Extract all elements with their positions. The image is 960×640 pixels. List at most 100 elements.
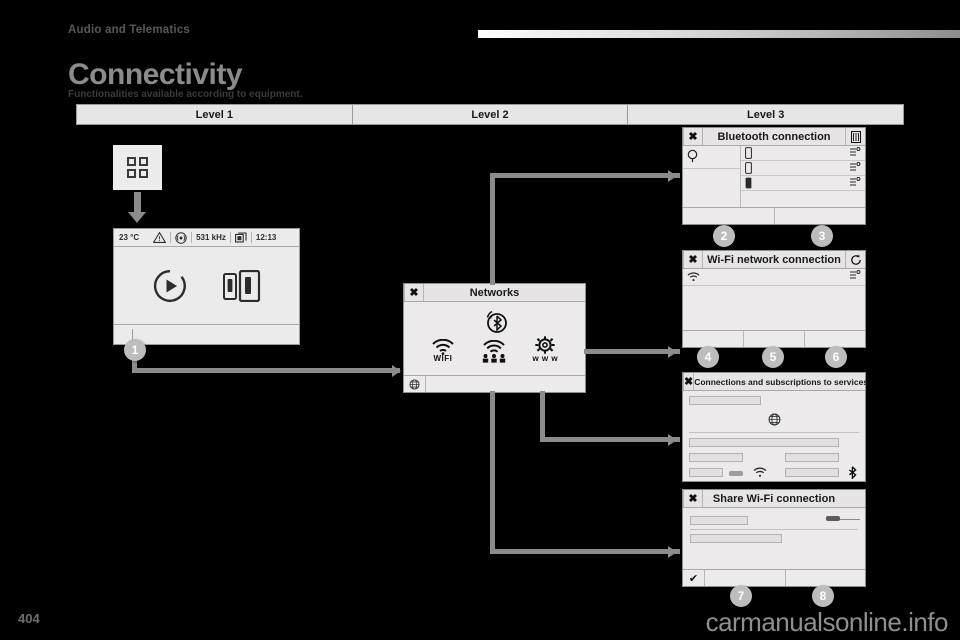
toggle-switch-icon[interactable] bbox=[729, 471, 743, 476]
share-screen: ✖ Share Wi-Fi connection ✔ bbox=[682, 489, 866, 587]
networks-footer-globe[interactable] bbox=[404, 376, 426, 392]
connector-services-vertical bbox=[540, 391, 545, 439]
connector-wifi-horizontal bbox=[584, 349, 680, 354]
trash-icon[interactable] bbox=[845, 128, 865, 145]
arrow-to-wifi bbox=[668, 345, 677, 358]
services-field-4[interactable] bbox=[785, 453, 839, 462]
globe-icon bbox=[409, 378, 420, 390]
phone-icon bbox=[745, 162, 752, 174]
arrow-to-share bbox=[668, 545, 677, 558]
table-row[interactable] bbox=[741, 161, 865, 176]
bluetooth-footer-cell-2[interactable] bbox=[775, 208, 866, 224]
services-globe-wrap bbox=[683, 413, 865, 426]
toggle-switch-icon[interactable] bbox=[826, 516, 840, 521]
share-field-1[interactable] bbox=[690, 516, 748, 525]
globe-icon bbox=[768, 413, 780, 426]
networks-item-www[interactable]: w w w bbox=[532, 336, 558, 363]
search-icon bbox=[687, 149, 698, 163]
share-footer: ✔ bbox=[683, 569, 865, 586]
share-body bbox=[683, 508, 865, 570]
bluetooth-footer-cell-1[interactable] bbox=[683, 208, 775, 224]
page-number: 404 bbox=[18, 611, 40, 626]
car-main-area bbox=[114, 247, 299, 324]
section-header: Audio and Telematics bbox=[68, 24, 191, 36]
apps-grid-icon bbox=[127, 157, 148, 178]
bluetooth-signal-icon[interactable] bbox=[481, 308, 509, 334]
wifi-footer-cell-1[interactable] bbox=[683, 331, 744, 347]
callout-8: 8 bbox=[812, 585, 834, 607]
header-gradient-bar bbox=[478, 30, 960, 38]
services-field-6[interactable] bbox=[785, 468, 839, 477]
watermark: carmanualsonline.info bbox=[705, 607, 949, 637]
wifi-icon bbox=[432, 339, 454, 355]
share-footer-cell-3[interactable] bbox=[786, 570, 866, 586]
wifi-footer-cell-3[interactable] bbox=[805, 331, 865, 347]
wifi-device-icon bbox=[849, 270, 861, 281]
share-footer-cell-2[interactable] bbox=[705, 570, 786, 586]
connector-bt-horizontal bbox=[490, 173, 680, 178]
share-field-2[interactable] bbox=[690, 534, 782, 543]
table-row[interactable] bbox=[741, 146, 865, 161]
bluetooth-footer bbox=[683, 207, 865, 224]
phone-icon bbox=[745, 147, 752, 159]
connector-services-horizontal bbox=[540, 437, 680, 442]
bluetooth-device-list bbox=[741, 146, 865, 208]
car-status-bar: 23 °C 531 kHz 12:13 bbox=[114, 229, 299, 247]
wifi-icon bbox=[753, 467, 767, 477]
share-title-bar: ✖ Share Wi-Fi connection bbox=[683, 490, 865, 508]
status-frequency: 531 kHz bbox=[196, 233, 226, 242]
warning-triangle-icon bbox=[153, 232, 167, 243]
services-field-3[interactable] bbox=[689, 453, 743, 462]
services-title-bar: ✖ Connections and subscriptions to servi… bbox=[683, 373, 868, 391]
refresh-icon[interactable] bbox=[845, 251, 865, 268]
radio-antenna-icon bbox=[175, 231, 187, 244]
connector-bt-vertical bbox=[490, 173, 495, 285]
share-confirm-button[interactable]: ✔ bbox=[683, 570, 705, 586]
apps-menu-tile[interactable] bbox=[113, 145, 162, 190]
play-circle-icon[interactable] bbox=[153, 269, 187, 303]
bluetooth-title: Bluetooth connection bbox=[717, 130, 831, 143]
page-root: Audio and Telematics Connectivity Functi… bbox=[0, 0, 960, 640]
bt-device-icon bbox=[849, 177, 861, 188]
callout-6: 6 bbox=[825, 346, 847, 368]
arrow-tile-to-screen bbox=[128, 212, 146, 223]
callout-4: 4 bbox=[697, 346, 719, 368]
table-row[interactable] bbox=[683, 269, 865, 286]
level-cell-3: Level 3 bbox=[747, 108, 785, 121]
share-divider bbox=[690, 529, 858, 530]
bluetooth-icon bbox=[848, 466, 857, 479]
close-icon[interactable]: ✖ bbox=[683, 128, 703, 145]
close-icon[interactable]: ✖ bbox=[683, 373, 695, 390]
close-icon[interactable]: ✖ bbox=[683, 490, 703, 507]
callout-1: 1 bbox=[124, 339, 146, 361]
wifi-footer-cell-2[interactable] bbox=[744, 331, 805, 347]
bt-device-icon bbox=[849, 147, 861, 158]
callout-2: 2 bbox=[713, 225, 735, 247]
services-field-2[interactable] bbox=[689, 438, 839, 447]
networks-item-wifi[interactable]: WIFI bbox=[431, 339, 455, 363]
services-field-5[interactable] bbox=[689, 468, 723, 477]
wifi-title-bar: ✖ Wi-Fi network connection bbox=[683, 251, 865, 269]
networks-item-hotspot[interactable] bbox=[481, 340, 507, 363]
services-field-1[interactable] bbox=[689, 396, 761, 405]
media-stack-icon bbox=[234, 232, 247, 243]
bluetooth-screen: ✖ Bluetooth connection bbox=[682, 127, 866, 225]
bt-device-icon bbox=[849, 162, 861, 173]
bluetooth-body bbox=[683, 146, 865, 208]
networks-footer bbox=[404, 375, 585, 392]
close-icon[interactable]: ✖ bbox=[683, 251, 703, 268]
networks-footer-cell-2 bbox=[426, 376, 585, 392]
callout-5: 5 bbox=[762, 346, 784, 368]
services-body bbox=[683, 391, 865, 481]
networks-screen: ✖ Networks WIFI w w w bbox=[403, 283, 586, 393]
arrow-to-services bbox=[668, 433, 677, 446]
bluetooth-search-pane[interactable] bbox=[683, 146, 741, 208]
networks-item-wifi-label: WIFI bbox=[433, 354, 453, 363]
arrow-to-networks bbox=[392, 364, 401, 377]
share-title: Share Wi-Fi connection bbox=[712, 492, 836, 505]
connector-tile-to-screen bbox=[134, 192, 141, 214]
close-icon[interactable]: ✖ bbox=[404, 284, 424, 301]
networks-title: Networks bbox=[469, 286, 520, 299]
phone-pair-icon[interactable] bbox=[222, 269, 261, 302]
table-row[interactable] bbox=[741, 176, 865, 191]
